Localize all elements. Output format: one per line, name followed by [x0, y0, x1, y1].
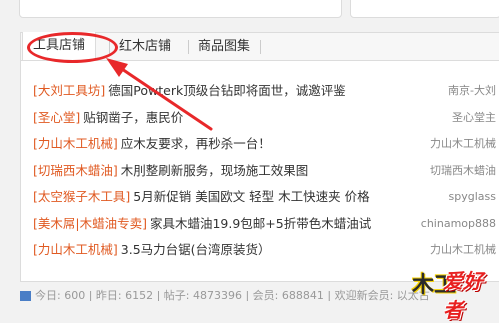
tab-bar: 工具店铺 红木店铺 商品图集: [21, 32, 499, 63]
post-title-link[interactable]: 德国Powterk顶级台钻即将面世，诚邀评鉴: [108, 83, 345, 98]
author-link[interactable]: chinamop888: [416, 210, 496, 237]
list-item: [美木屌|木蜡油专卖] 家具木蜡油19.9包邮+5折带色木蜡油试 chinamop…: [21, 210, 499, 237]
stats-icon: [20, 290, 31, 301]
tab-tool-shops[interactable]: 工具店铺: [22, 32, 97, 60]
post-title-link[interactable]: 应木友要求，再秒杀一台！: [121, 136, 271, 151]
list-item: [切瑞西木蜡油] 木刖整刷新服务，现场施工效果图 切瑞西木蜡油: [21, 157, 499, 184]
shop-post-list: [大刘工具坊] 德国Powterk顶级台钻即将面世，诚邀评鉴 南京-大刘 [圣心堂…: [21, 78, 499, 264]
shop-tag-link[interactable]: [力山木工机械]: [33, 136, 118, 151]
post-title-link[interactable]: 木刖整刷新服务，现场施工效果图: [121, 163, 309, 178]
post-title-link[interactable]: 贴钢凿子，惠民价: [83, 110, 183, 125]
shop-panel: 工具店铺 红木店铺 商品图集 [大刘工具坊] 德国Powterk顶级台钻即将面世，…: [20, 32, 499, 282]
shop-tag-link[interactable]: [大刘工具坊]: [33, 83, 105, 98]
list-item: [太空猴子木工具] 5月新促销 美国欧文 轻型 木工快速夹 价格 spyglass: [21, 184, 499, 211]
list-item: [力山木工机械] 3.5马力台锯(台湾原装货） 力山木工机械: [21, 237, 499, 264]
list-item: [力山木工机械] 应木友要求，再秒杀一台！ 力山木工机械: [21, 131, 499, 158]
author-link[interactable]: spyglass: [444, 184, 496, 211]
forum-stats-text: 今日: 600 | 昨日: 6152 | 帖子: 4873396 | 会员: 6…: [35, 289, 430, 301]
shop-tag-link[interactable]: [太空猴子木工具]: [33, 189, 130, 204]
tab-product-gallery[interactable]: 商品图集: [187, 39, 262, 55]
post-title-link[interactable]: 5月新促销 美国欧文 轻型 木工快速夹 价格: [133, 189, 369, 204]
post-title-link[interactable]: 3.5马力台锯(台湾原装货）: [121, 242, 271, 257]
author-link[interactable]: 力山木工机械: [426, 237, 496, 264]
shop-tag-link[interactable]: [切瑞西木蜡油]: [33, 163, 118, 178]
author-link[interactable]: 切瑞西木蜡油: [426, 157, 496, 184]
post-title-link[interactable]: 家具木蜡油19.9包邮+5折带色木蜡油试: [150, 216, 371, 231]
list-item: [圣心堂] 贴钢凿子，惠民价 圣心堂主: [21, 104, 499, 131]
author-link[interactable]: 力山木工机械: [426, 131, 496, 158]
forum-stats-bar: 今日: 600 | 昨日: 6152 | 帖子: 4873396 | 会员: 6…: [20, 287, 499, 301]
shop-tag-link[interactable]: [美木屌|木蜡油专卖]: [33, 216, 147, 231]
tab-mahogany-shops[interactable]: 红木店铺: [108, 39, 171, 55]
author-link[interactable]: 南京-大刘: [444, 78, 496, 105]
top-right-box: [350, 0, 499, 18]
shop-tag-link[interactable]: [力山木工机械]: [33, 242, 118, 257]
shop-tag-link[interactable]: [圣心堂]: [33, 110, 80, 125]
top-left-box: [19, 0, 342, 18]
list-item: [大刘工具坊] 德国Powterk顶级台钻即将面世，诚邀评鉴 南京-大刘: [21, 78, 499, 105]
author-link[interactable]: 圣心堂主: [448, 104, 496, 131]
